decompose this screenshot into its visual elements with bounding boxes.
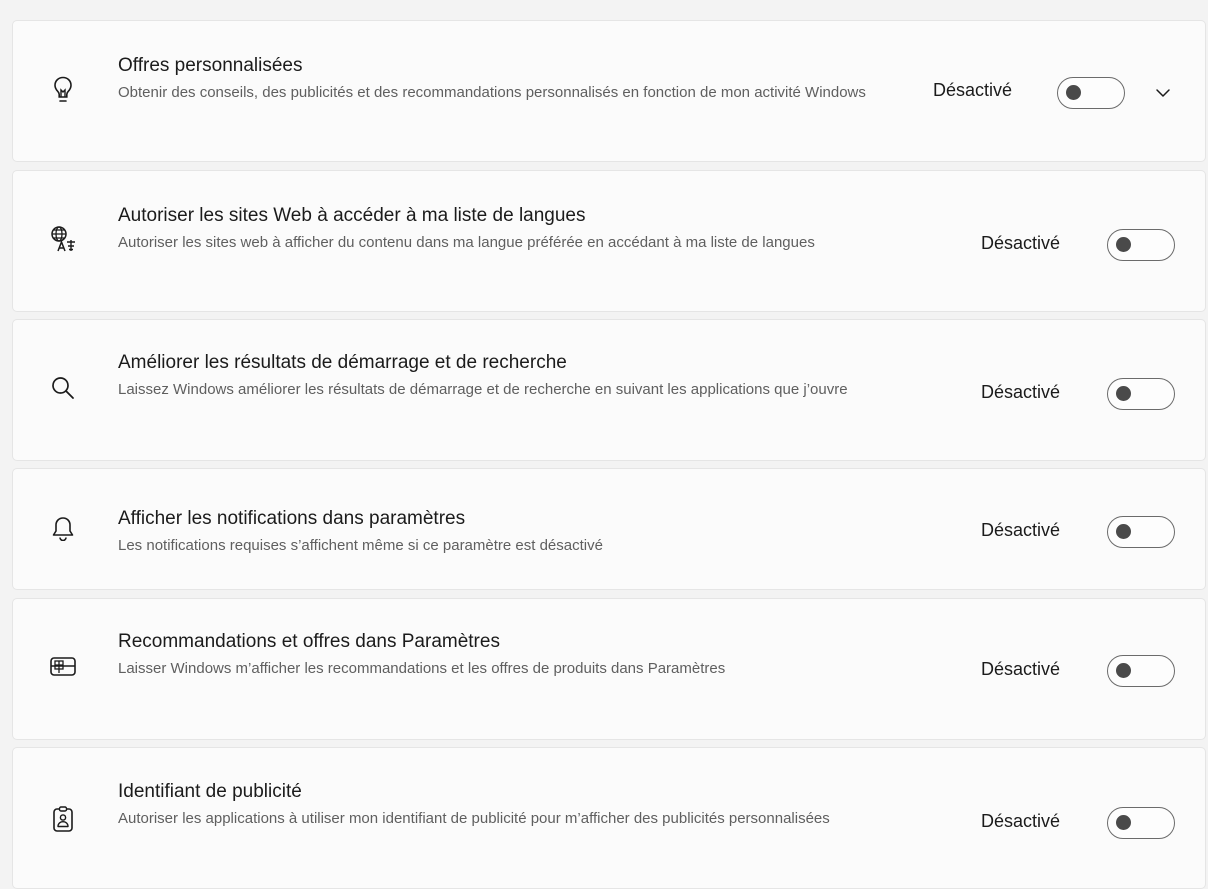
setting-description: Autoriser les sites web à afficher du co… [118,234,815,251]
search-icon [49,374,77,402]
settings-notifications-toggle[interactable] [1107,516,1175,548]
setting-title: Recommandations et offres dans Paramètre… [118,631,500,652]
bell-icon [49,514,77,542]
toggle-knob [1116,237,1131,252]
settings-offers-icon [49,653,77,681]
toggle-knob [1116,386,1131,401]
toggle-knob [1066,85,1081,100]
setting-description: Laisser Windows m’afficher les recommand… [118,660,726,677]
setting-card-settings-recommendations[interactable]: Recommandations et offres dans Paramètre… [12,598,1206,740]
setting-description: Obtenir des conseils, des publicités et … [118,84,866,101]
chevron-down-icon[interactable] [1153,83,1173,103]
setting-card-settings-notifications[interactable]: Afficher les notifications dans paramètr… [12,468,1206,590]
toggle-knob [1116,663,1131,678]
setting-description: Les notifications requises s’affichent m… [118,537,603,554]
setting-title: Autoriser les sites Web à accéder à ma l… [118,205,586,226]
toggle-knob [1116,815,1131,830]
improve-start-search-toggle[interactable] [1107,378,1175,410]
setting-description: Laissez Windows améliorer les résultats … [118,381,848,398]
setting-card-website-language-list[interactable]: Autoriser les sites Web à accéder à ma l… [12,170,1206,312]
settings-recommendations-toggle[interactable] [1107,655,1175,687]
lightbulb-icon [49,75,77,103]
language-globe-icon [49,225,77,253]
toggle-state-label: Désactivé [981,382,1061,402]
toggle-state-label: Désactivé [933,80,1013,100]
setting-card-personalized-offers[interactable]: Offres personnalisées Obtenir des consei… [12,20,1206,162]
toggle-state-label: Désactivé [981,659,1061,679]
setting-description: Autoriser les applications à utiliser mo… [118,810,830,827]
toggle-state-label: Désactivé [981,811,1061,831]
toggle-state-label: Désactivé [981,520,1061,540]
setting-card-improve-start-search[interactable]: Améliorer les résultats de démarrage et … [12,319,1206,461]
website-language-list-toggle[interactable] [1107,229,1175,261]
setting-title: Offres personnalisées [118,55,303,76]
setting-card-advertising-id[interactable]: Identifiant de publicité Autoriser les a… [12,747,1206,889]
advertising-id-toggle[interactable] [1107,807,1175,839]
toggle-state-label: Désactivé [981,233,1061,253]
setting-title: Améliorer les résultats de démarrage et … [118,352,567,373]
toggle-knob [1116,524,1131,539]
personalized-offers-toggle[interactable] [1057,77,1125,109]
setting-title: Afficher les notifications dans paramètr… [118,508,466,529]
advertising-id-icon [49,805,77,833]
setting-title: Identifiant de publicité [118,781,302,802]
